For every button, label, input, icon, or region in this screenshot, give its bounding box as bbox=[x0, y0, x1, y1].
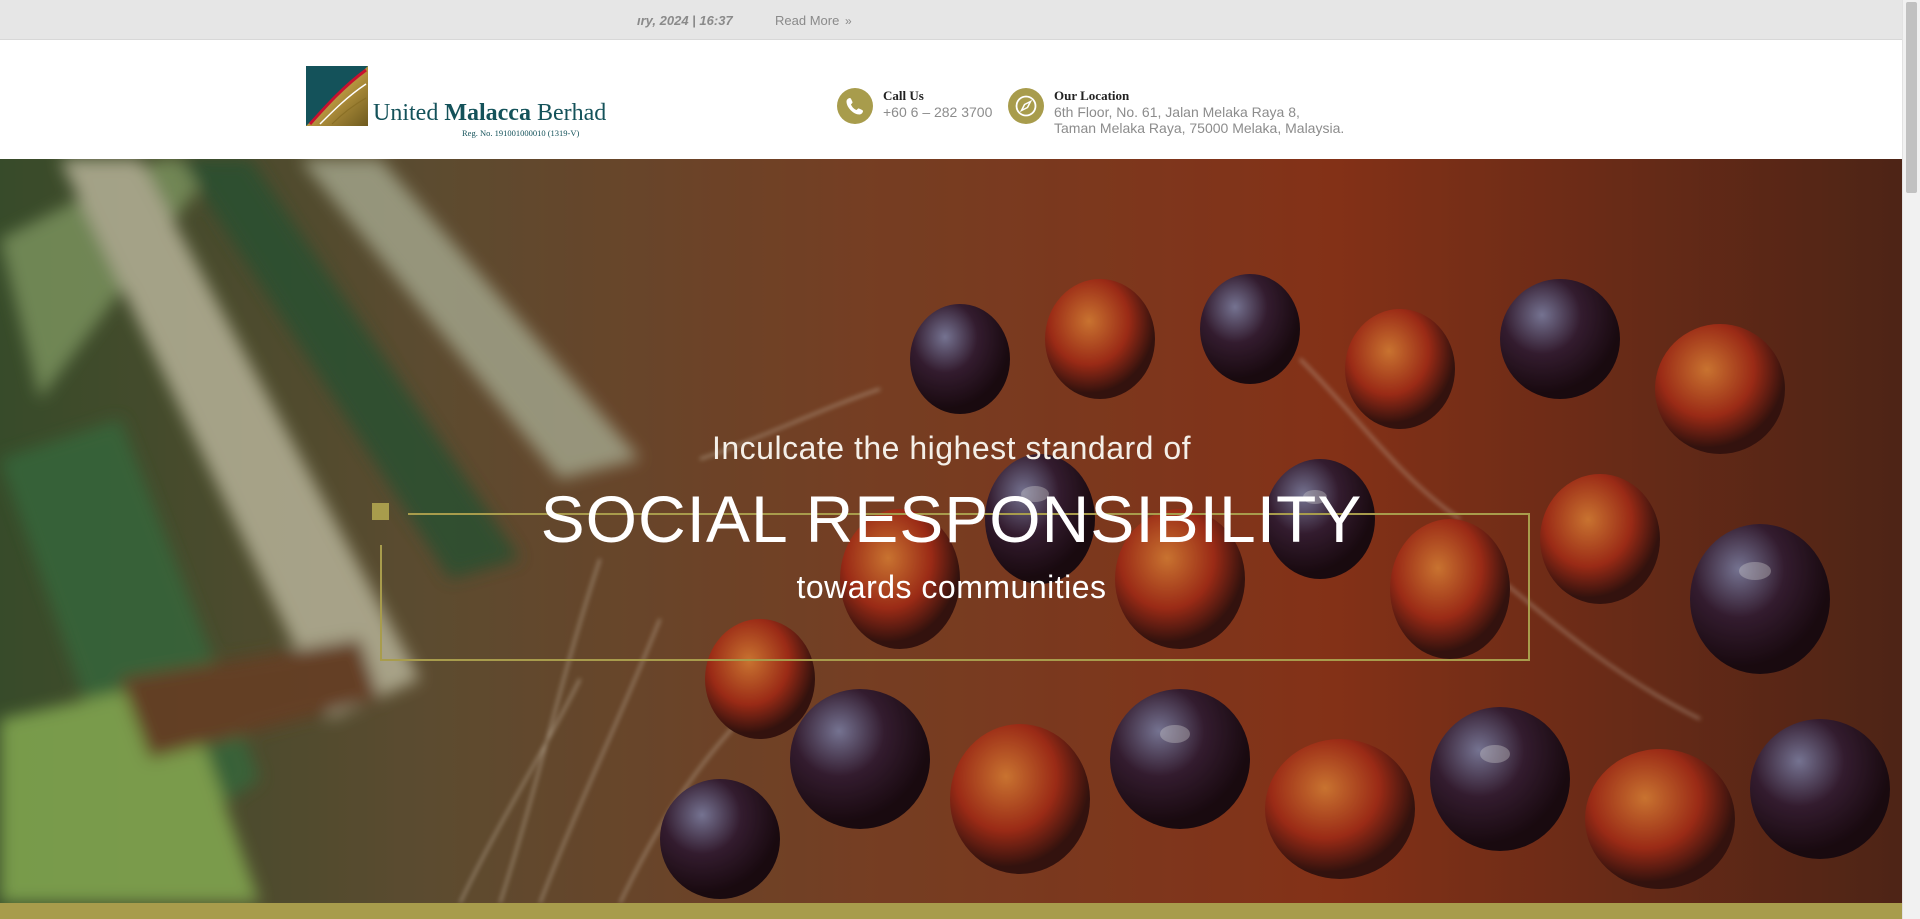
double-chevron-right-icon: » bbox=[844, 14, 852, 28]
news-ticker: ıry, 2024 | 16:37 Read More » bbox=[0, 0, 1903, 40]
read-more-label: Read More bbox=[775, 13, 840, 28]
call-us-title: Call Us bbox=[883, 88, 924, 103]
logo[interactable]: United Malacca Berhad Reg. No. 191001000… bbox=[306, 66, 606, 138]
hero-tagline: towards communities bbox=[796, 569, 1107, 605]
compass-icon bbox=[1008, 88, 1044, 124]
site-header: United Malacca Berhad Reg. No. 191001000… bbox=[0, 40, 1903, 159]
section-band bbox=[0, 903, 1903, 919]
phone-number[interactable]: +60 6 – 282 3700 bbox=[883, 104, 992, 120]
scrollbar-thumb[interactable] bbox=[1906, 2, 1917, 193]
location-address: 6th Floor, No. 61, Jalan Melaka Raya 8, T… bbox=[1054, 104, 1345, 136]
read-more-link[interactable]: Read More » bbox=[775, 13, 852, 28]
hero-subheading: Inculcate the highest standard of bbox=[711, 430, 1192, 466]
logo-reg-number: Reg. No. 191001000010 (1319-V) bbox=[462, 128, 580, 138]
phone-icon bbox=[837, 88, 873, 124]
hero-banner: Inculcate the highest standard of SOCIAL… bbox=[0, 159, 1903, 903]
location-title: Our Location bbox=[1054, 88, 1130, 103]
hero-heading: SOCIAL RESPONSIBILITY bbox=[540, 482, 1363, 556]
scrollbar[interactable] bbox=[1902, 0, 1920, 919]
logo-wordmark: United Malacca Berhad bbox=[373, 100, 607, 126]
ticker-date: ıry, 2024 | 16:37 bbox=[637, 13, 733, 28]
